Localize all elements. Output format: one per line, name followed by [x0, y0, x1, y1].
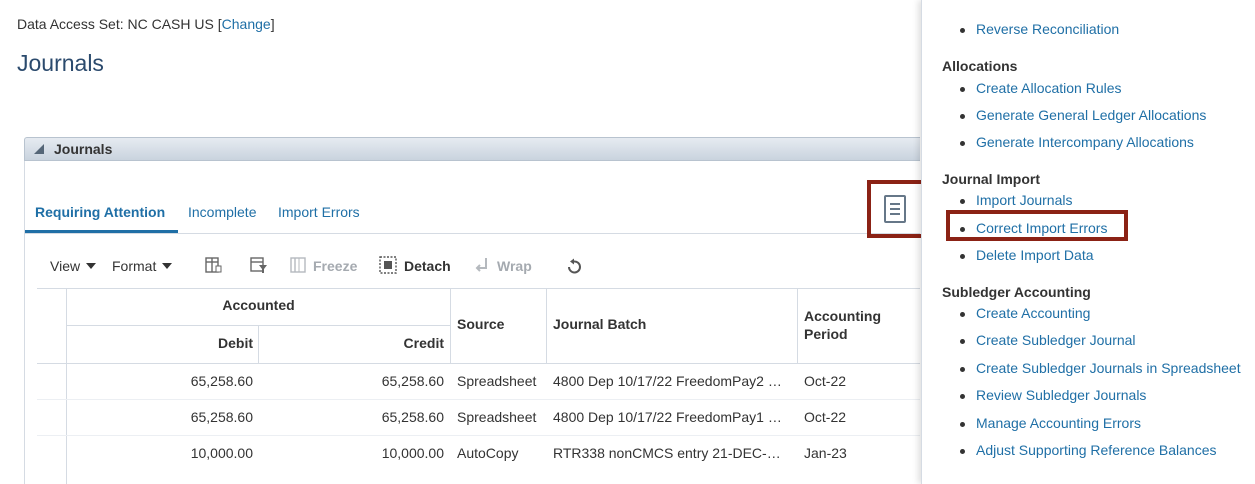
wrap-icon: [475, 258, 487, 272]
detach-icon[interactable]: [379, 256, 397, 274]
format-label: Format: [112, 258, 157, 274]
credit-cell: 65,258.60: [381, 373, 444, 389]
manage-accounting-errors-link[interactable]: Manage Accounting Errors: [976, 415, 1141, 431]
adjust-supporting-reference-balances-link[interactable]: Adjust Supporting Reference Balances: [976, 442, 1216, 458]
import-journals-link[interactable]: Import Journals: [976, 192, 1072, 208]
tab-incomplete[interactable]: Incomplete: [188, 204, 256, 220]
create-subledger-journal-link[interactable]: Create Subledger Journal: [976, 332, 1136, 348]
column-divider: [797, 288, 798, 364]
section-title-allocations: Allocations: [942, 58, 1018, 74]
row-divider: [37, 399, 920, 400]
wrap-button: Wrap: [497, 258, 532, 274]
journal-batch-link[interactable]: 4800 Dep 10/17/22 FreedomPay2 …: [553, 373, 782, 389]
view-label: View: [50, 258, 81, 274]
accounting-period-line2: Period: [804, 326, 848, 342]
row-divider: [37, 435, 920, 436]
debit-cell: 10,000.00: [190, 445, 253, 461]
tasks-side-panel: Reverse Reconciliation Allocations Creat…: [921, 0, 1255, 484]
view-caret-icon: [86, 263, 97, 269]
table-row[interactable]: 65,258.60 65,258.60 Spreadsheet 4800 Dep…: [0, 409, 920, 427]
section-title-subledger-accounting: Subledger Accounting: [942, 284, 1091, 300]
source-column-header[interactable]: Source: [457, 316, 504, 332]
refresh-icon[interactable]: [565, 258, 583, 276]
generate-intercompany-allocations-link[interactable]: Generate Intercompany Allocations: [976, 134, 1194, 150]
bullet-icon: [960, 114, 965, 119]
source-cell: Spreadsheet: [457, 409, 537, 425]
page-title: Journals: [17, 50, 104, 76]
credit-column-header[interactable]: Credit: [259, 335, 444, 351]
format-caret-icon: [162, 263, 173, 269]
period-cell: Oct-22: [804, 373, 847, 389]
bullet-icon: [960, 141, 965, 146]
bullet-icon: [960, 339, 965, 344]
bullet-icon: [960, 367, 965, 372]
bullet-icon: [960, 312, 965, 317]
bracket-close-icon: ]: [270, 16, 275, 32]
create-accounting-link[interactable]: Create Accounting: [976, 305, 1090, 321]
bullet-icon: [960, 449, 965, 454]
truncated-link-fragment: [974, 0, 1224, 3]
bullet-icon: [960, 28, 965, 33]
source-cell: AutoCopy: [457, 445, 519, 461]
delete-import-data-link[interactable]: Delete Import Data: [976, 247, 1094, 263]
debit-cell: 65,258.60: [190, 373, 253, 389]
tab-requiring-attention[interactable]: Requiring Attention: [35, 204, 165, 220]
column-divider: [546, 288, 547, 364]
data-access-value: NC CASH US: [127, 16, 214, 32]
collapse-triangle-icon[interactable]: [34, 144, 44, 154]
accounting-period-line1: Accounting: [804, 308, 881, 324]
create-subledger-journals-spreadsheet-link[interactable]: Create Subledger Journals in Spreadsheet: [976, 360, 1241, 376]
journal-batch-link[interactable]: 4800 Dep 10/17/22 FreedomPay1 …: [553, 409, 782, 425]
journal-batch-link[interactable]: RTR338 nonCMCS entry 21-DEC-…: [553, 445, 781, 461]
group-header-divider: [67, 325, 450, 326]
document-icon[interactable]: [884, 195, 906, 223]
accounting-period-column-header[interactable]: Accounting Period: [804, 307, 881, 343]
generate-gl-allocations-link[interactable]: Generate General Ledger Allocations: [976, 107, 1206, 123]
view-menu[interactable]: View: [50, 258, 97, 274]
period-cell: Jan-23: [804, 445, 847, 461]
credit-cell: 65,258.60: [381, 409, 444, 425]
header-bottom-border: [37, 363, 920, 364]
bullet-icon: [960, 394, 965, 399]
review-subledger-journals-link[interactable]: Review Subledger Journals: [976, 387, 1146, 403]
data-access-set: Data Access Set: NC CASH US [Change]: [17, 16, 275, 32]
period-cell: Oct-22: [804, 409, 847, 425]
data-access-label: Data Access Set:: [17, 16, 124, 32]
columns-icon[interactable]: [204, 256, 222, 274]
create-allocation-rules-link[interactable]: Create Allocation Rules: [976, 80, 1122, 96]
accounted-group-header: Accounted: [222, 297, 295, 313]
bullet-icon: [960, 87, 965, 92]
journal-batch-column-header[interactable]: Journal Batch: [553, 316, 646, 332]
column-divider: [450, 288, 451, 364]
table-row[interactable]: 10,000.00 10,000.00 AutoCopy RTR338 nonC…: [0, 445, 920, 463]
change-link[interactable]: Change: [222, 16, 271, 32]
source-cell: Spreadsheet: [457, 373, 537, 389]
freeze-icon: [290, 257, 306, 273]
bullet-icon: [960, 199, 965, 204]
tab-import-errors[interactable]: Import Errors: [278, 204, 360, 220]
bullet-icon: [960, 254, 965, 259]
debit-cell: 65,258.60: [190, 409, 253, 425]
debit-column-header[interactable]: Debit: [67, 335, 253, 351]
section-title-journal-import: Journal Import: [942, 171, 1041, 187]
table-top-border: [37, 288, 920, 289]
freeze-button: Freeze: [313, 258, 358, 274]
format-menu[interactable]: Format: [112, 258, 173, 274]
reverse-reconciliation-link[interactable]: Reverse Reconciliation: [976, 21, 1119, 37]
detach-button[interactable]: Detach: [404, 258, 451, 274]
table-row[interactable]: 65,258.60 65,258.60 Spreadsheet 4800 Dep…: [0, 373, 920, 391]
correct-import-errors-highlight: [946, 210, 1128, 241]
credit-cell: 10,000.00: [381, 445, 444, 461]
tabs-divider: [25, 233, 920, 234]
filter-columns-icon[interactable]: [250, 256, 268, 274]
bullet-icon: [960, 422, 965, 427]
journals-panel-header: Journals: [24, 137, 920, 161]
panel-title: Journals: [54, 141, 113, 157]
